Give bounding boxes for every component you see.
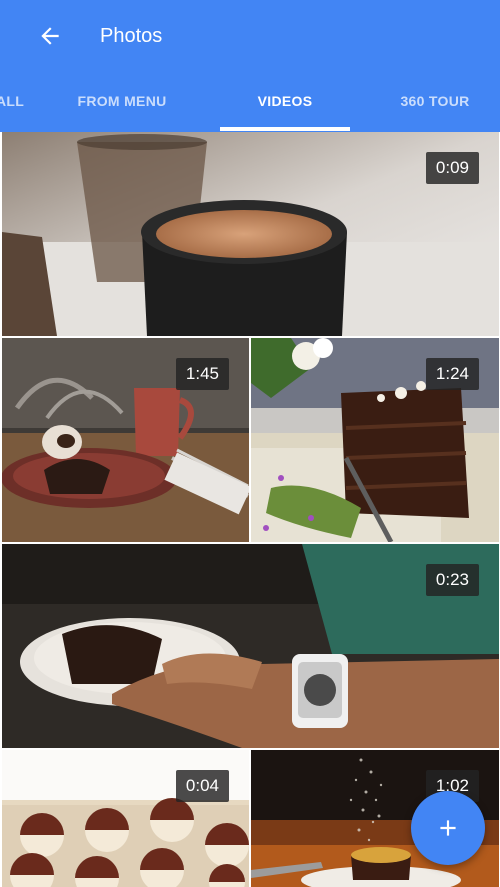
tab-from-menu[interactable]: FROM MENU <box>62 70 182 132</box>
back-button[interactable] <box>26 14 74 58</box>
video-grid: 0:09 1:45 1:24 0:23 0:04 1:02 <box>0 132 500 887</box>
tab-360-tour[interactable]: 360 TOUR <box>380 70 490 132</box>
plus-icon <box>440 820 456 836</box>
video-duration: 0:09 <box>425 152 479 184</box>
video-duration: 1:45 <box>175 358 229 390</box>
tab-videos[interactable]: VIDEOS <box>220 70 350 132</box>
video-thumbnail-cookies[interactable]: 0:04 <box>2 750 249 887</box>
coffee-image <box>2 132 499 336</box>
tab-bar: ALL FROM MENU VIDEOS 360 TOUR <box>0 70 500 132</box>
video-duration: 0:23 <box>425 564 479 596</box>
tab-indicator <box>220 127 350 131</box>
video-duration: 0:04 <box>175 770 229 802</box>
hand-watch-image <box>2 544 499 748</box>
video-thumbnail-coffee[interactable]: 0:09 <box>2 132 499 336</box>
video-thumbnail-chocolate-cake[interactable]: 1:24 <box>251 338 499 542</box>
video-duration: 1:24 <box>425 358 479 390</box>
arrow-back-icon <box>41 27 59 45</box>
tab-all[interactable]: ALL <box>0 70 26 132</box>
add-fab-button[interactable] <box>411 791 485 865</box>
photos-screen: Photos ALL FROM MENU VIDEOS 360 TOUR 0:0… <box>0 0 500 887</box>
video-thumbnail-hand-watch[interactable]: 0:23 <box>2 544 499 748</box>
app-bar: Photos ALL FROM MENU VIDEOS 360 TOUR <box>0 0 500 132</box>
page-title: Photos <box>100 25 163 47</box>
video-thumbnail-dessert-mug[interactable]: 1:45 <box>2 338 249 542</box>
